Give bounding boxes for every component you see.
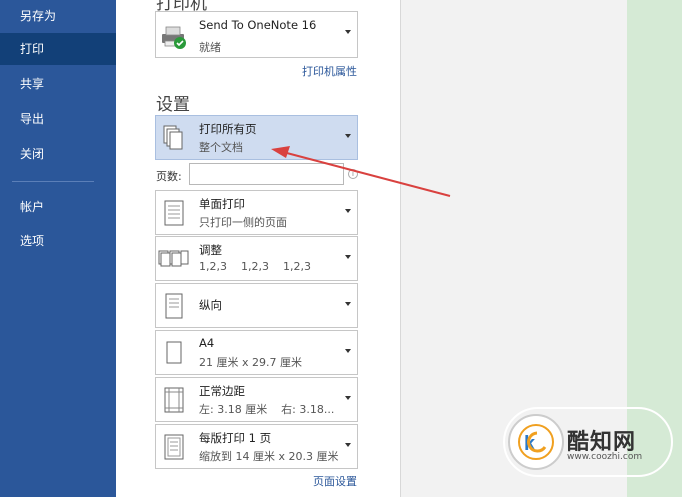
chevron-down-icon <box>345 302 351 306</box>
portrait-icon <box>165 293 183 319</box>
nav-close[interactable]: 关闭 <box>0 138 116 170</box>
collate-icon <box>158 250 189 267</box>
pages-per-sheet-dropdown[interactable]: 每版打印 1 页 缩放到 14 厘米 x 20.3 厘米 <box>155 424 358 469</box>
margins-dropdown[interactable]: 正常边距 左: 3.18 厘米 右: 3.18... <box>155 377 358 422</box>
nav-save-as[interactable]: 另存为 <box>0 0 116 32</box>
sides-dropdown[interactable]: 单面打印 只打印一侧的页面 <box>155 190 358 235</box>
margins-sub: 左: 3.18 厘米 右: 3.18... <box>199 403 335 416</box>
sides-label: 单面打印 <box>199 197 245 211</box>
chevron-down-icon <box>345 209 351 213</box>
pages-per-sheet-sub: 缩放到 14 厘米 x 20.3 厘米 <box>199 450 339 463</box>
collate-label: 调整 <box>199 243 222 257</box>
nav-export[interactable]: 导出 <box>0 103 116 135</box>
nav-print[interactable]: 打印 <box>0 33 116 65</box>
print-range-sub: 整个文档 <box>199 141 243 154</box>
chevron-down-icon <box>345 30 351 34</box>
chevron-down-icon <box>345 443 351 447</box>
collate-dropdown[interactable]: 调整 1,2,3 1,2,3 1,2,3 <box>155 236 358 281</box>
chevron-down-icon <box>345 255 351 259</box>
backstage-nav: 另存为 打印 共享 导出 关闭 帐户 选项 <box>0 0 116 497</box>
printer-status: 就绪 <box>199 41 221 54</box>
pages-label: 页数: <box>156 170 182 183</box>
printer-properties-link[interactable]: 打印机属性 <box>302 63 357 79</box>
paper-size-label: A4 <box>199 336 215 350</box>
collate-sub: 1,2,3 1,2,3 1,2,3 <box>199 260 311 273</box>
print-range-dropdown[interactable]: 打印所有页 整个文档 <box>155 115 358 160</box>
chevron-down-icon <box>345 396 351 400</box>
printer-icon <box>162 26 186 49</box>
printer-name: Send To OneNote 16 <box>199 18 317 32</box>
paper-size-sub: 21 厘米 x 29.7 厘米 <box>199 356 302 369</box>
watermark-logo-icon: k <box>518 424 554 460</box>
nav-divider <box>12 181 94 182</box>
watermark-url: www.coozhi.com <box>567 452 643 462</box>
orientation-dropdown[interactable]: 纵向 <box>155 283 358 328</box>
nav-share[interactable]: 共享 <box>0 68 116 100</box>
settings-heading: 设置 <box>156 95 190 115</box>
pages-input[interactable] <box>189 163 344 185</box>
margins-label: 正常边距 <box>199 384 245 398</box>
pages-stack-icon <box>163 125 183 150</box>
page-per-sheet-icon <box>164 434 184 460</box>
margins-icon <box>164 387 184 413</box>
orientation-label: 纵向 <box>199 298 222 312</box>
nav-options[interactable]: 选项 <box>0 225 116 257</box>
single-page-icon <box>164 200 184 226</box>
paper-size-dropdown[interactable]: A4 21 厘米 x 29.7 厘米 <box>155 330 358 375</box>
info-icon[interactable]: i <box>348 169 358 179</box>
sides-sub: 只打印一侧的页面 <box>199 216 287 229</box>
chevron-down-icon <box>345 134 351 138</box>
pages-per-sheet-label: 每版打印 1 页 <box>199 431 272 445</box>
printer-dropdown[interactable]: Send To OneNote 16 就绪 <box>155 11 358 58</box>
page-setup-link[interactable]: 页面设置 <box>313 473 357 489</box>
print-range-label: 打印所有页 <box>199 122 257 136</box>
chevron-down-icon <box>345 349 351 353</box>
nav-account[interactable]: 帐户 <box>0 191 116 223</box>
paper-icon <box>166 341 182 364</box>
